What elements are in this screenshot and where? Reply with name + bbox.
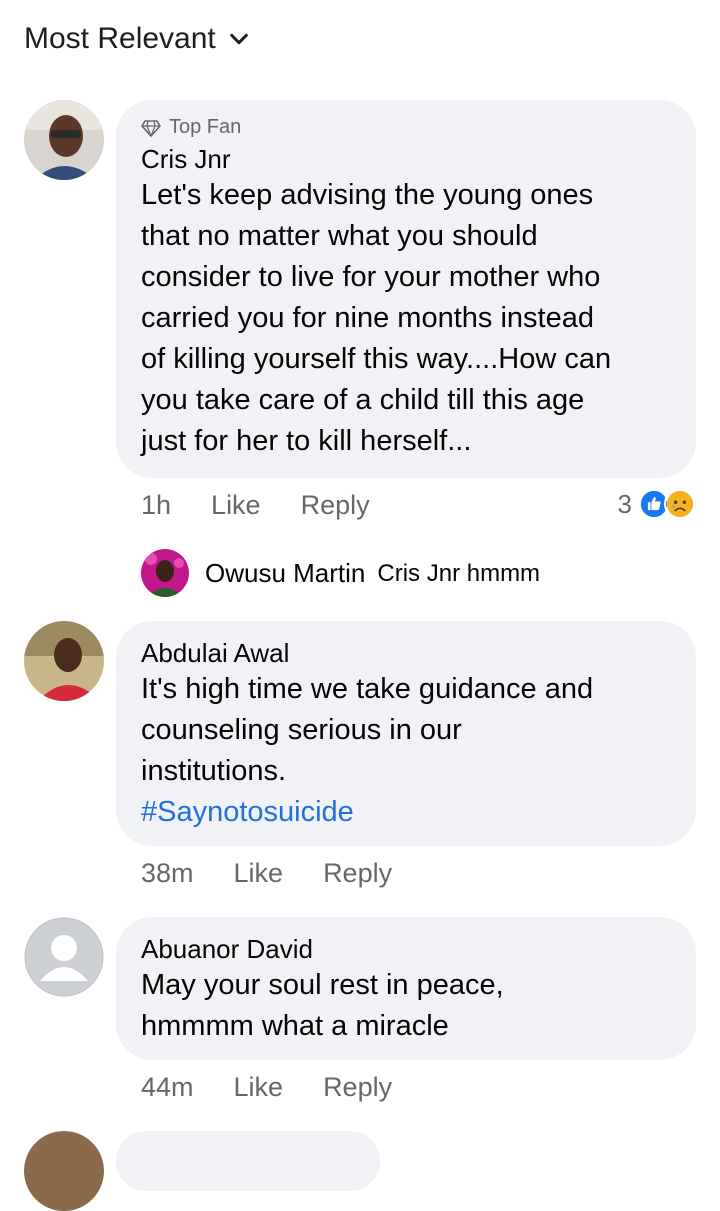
comment-line: carried you for nine months instead xyxy=(141,302,594,334)
reply-item: Owusu Martin Cris Jnr hmmm xyxy=(205,558,540,589)
reaction-count: 3 xyxy=(617,488,632,519)
avatar[interactable] xyxy=(24,621,104,701)
comment-line: It's high time we take guidance and xyxy=(141,673,594,705)
comment-author[interactable]: Abdulai Awal xyxy=(141,637,671,669)
chevron-down-icon xyxy=(229,33,248,45)
reply-button[interactable]: Reply xyxy=(301,490,370,521)
comment-actions: 38m Like Reply xyxy=(141,858,432,889)
comment-line: just for her to kill herself... xyxy=(141,425,472,457)
reply-text: Cris Jnr hmmm xyxy=(377,559,541,587)
comment-bubble: Top Fan Cris Jnr Let's keep advising the… xyxy=(116,100,696,478)
comment-time: 44m xyxy=(141,1072,194,1102)
comment-text: Let's keep advising the young ones that … xyxy=(141,175,671,462)
comment-time: 38m xyxy=(141,858,194,888)
comment-line: that no matter what you should xyxy=(141,220,538,252)
comment-author[interactable]: Abuanor David xyxy=(141,933,671,965)
comment-line: May your soul rest in peace, xyxy=(141,969,504,1001)
comment-bubble: Abuanor David May your soul rest in peac… xyxy=(116,917,696,1060)
comment-actions: 1h Like Reply xyxy=(141,490,410,521)
reply-avatar[interactable] xyxy=(141,549,189,597)
sort-label: Most Relevant xyxy=(24,22,216,55)
comment-line: Let's keep advising the young ones xyxy=(141,179,594,211)
reply-author[interactable]: Owusu Martin xyxy=(205,558,365,589)
comment-line: counseling serious in our xyxy=(141,714,462,746)
reaction-summary[interactable]: 3 xyxy=(618,488,696,520)
like-button[interactable]: Like xyxy=(211,490,261,521)
like-button[interactable]: Like xyxy=(234,1072,284,1103)
comment-line: of killing yourself this way....How can xyxy=(141,343,612,375)
reply-button[interactable]: Reply xyxy=(323,858,392,889)
sad-icon xyxy=(664,488,696,520)
badge-label: Top Fan xyxy=(169,116,242,138)
like-button[interactable]: Like xyxy=(234,858,284,889)
comment-text: May your soul rest in peace, hmmmm what … xyxy=(141,965,671,1047)
hashtag-link[interactable]: #Saynotosuicide xyxy=(141,792,671,833)
sort-dropdown[interactable]: Most Relevant xyxy=(24,22,250,56)
comment-time: 1h xyxy=(141,490,172,520)
comment-author[interactable]: Cris Jnr xyxy=(141,143,671,175)
comment-line: consider to live for your mother who xyxy=(141,261,601,293)
comment-line: institutions. xyxy=(141,755,287,787)
avatar[interactable] xyxy=(24,100,104,180)
comment-text: It's high time we take guidance and coun… xyxy=(141,669,671,833)
reply-button[interactable]: Reply xyxy=(323,1072,392,1103)
comment-line: hmmmm what a miracle xyxy=(141,1010,449,1042)
avatar-placeholder[interactable] xyxy=(24,917,104,997)
top-fan-badge: Top Fan xyxy=(141,116,671,139)
comment-actions: 44m Like Reply xyxy=(141,1072,432,1103)
avatar[interactable] xyxy=(24,1131,104,1211)
diamond-icon xyxy=(141,119,161,138)
comment-bubble xyxy=(116,1131,380,1191)
comment-bubble: Abdulai Awal It's high time we take guid… xyxy=(116,621,696,846)
comment-line: you take care of a child till this age xyxy=(141,384,585,416)
